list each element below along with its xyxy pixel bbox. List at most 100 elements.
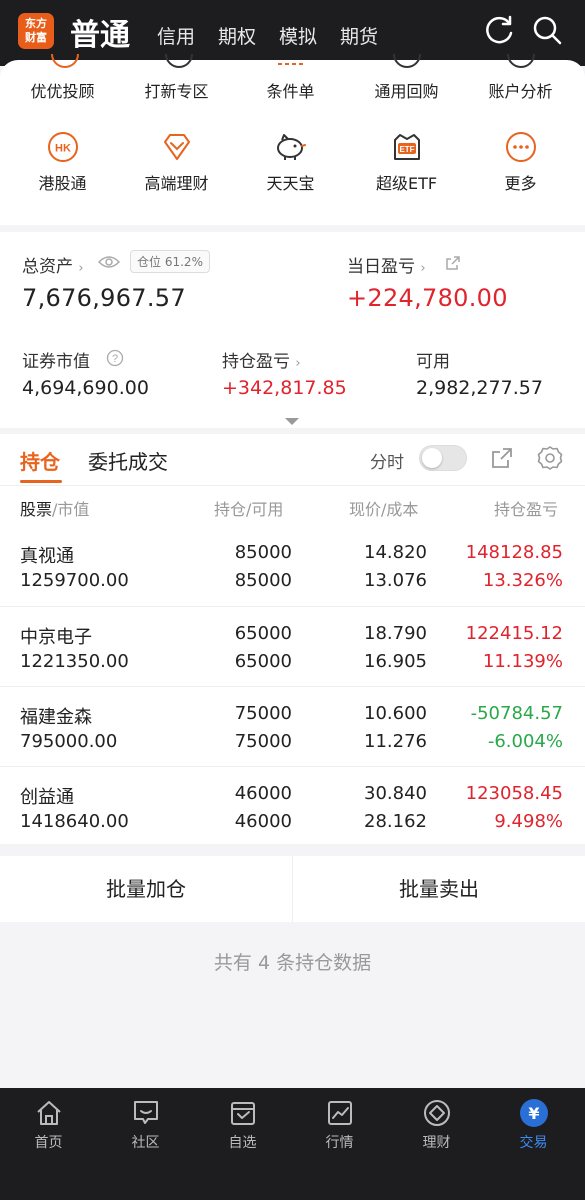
piggy-bank-icon [276, 134, 306, 160]
available-qty: 46000 [234, 811, 292, 832]
tab-credit[interactable]: 信用 [157, 22, 195, 49]
batch-add-button[interactable]: 批量加仓 [0, 856, 292, 922]
external-link-icon[interactable] [490, 446, 514, 470]
nav-watchlist[interactable]: 自选 [194, 1098, 291, 1152]
menu-label: 超级ETF [375, 174, 438, 193]
tab-active-indicator [20, 480, 62, 483]
trade-icon: ¥ [519, 1099, 548, 1127]
market-value-label: 证券市值 [22, 347, 90, 372]
pl-amount: 123058.45 [465, 783, 563, 804]
menu-item-advisor[interactable]: 优优投顾 [4, 78, 121, 102]
market-value-text: 证券市值 [22, 352, 90, 372]
daily-pl-label[interactable]: 当日盈亏 › [347, 252, 426, 277]
holding-qty: 75000 [234, 703, 292, 724]
more-icon [505, 132, 536, 162]
help-icon[interactable]: ? [106, 349, 124, 367]
collapse-arrow-icon[interactable] [284, 417, 300, 427]
holding-qty: 85000 [234, 542, 292, 563]
etf-icon: ETF [393, 134, 420, 160]
cost-price: 28.162 [364, 811, 427, 832]
batch-actions: 批量加仓 批量卖出 [0, 856, 585, 922]
position-label: 仓位 [137, 255, 162, 269]
search-icon[interactable] [530, 13, 564, 47]
table-row[interactable]: 福建金森 795000.00 75000 75000 10.600 11.276… [0, 686, 585, 766]
holding-pl-label[interactable]: 持仓盈亏 › [222, 347, 301, 372]
fenshi-toggle[interactable] [419, 445, 467, 471]
menu-item-high-end[interactable]: 高端理财 [118, 130, 235, 194]
svg-text:?: ? [112, 353, 118, 365]
menu-label: 账户分析 [488, 82, 553, 101]
nav-label: 理财 [422, 1135, 451, 1151]
quick-menu: 优优投顾 打新专区 条件单 通用回购 账户分析 HK 港股通 高端理财 天天宝 [0, 54, 585, 225]
stock-market-value: 1418640.00 [20, 811, 129, 832]
market-icon [327, 1101, 352, 1125]
total-assets-label[interactable]: 总资产 › [22, 252, 84, 277]
nav-label: 首页 [34, 1135, 63, 1151]
pl-amount: 122415.12 [465, 623, 563, 644]
pl-percent: 11.139% [482, 651, 563, 672]
holdings-tabs: 持仓 委托成交 分时 [0, 434, 585, 486]
tab-simulation[interactable]: 模拟 [279, 22, 317, 49]
menu-item-ipo[interactable]: 打新专区 [118, 78, 235, 102]
position-value: 61.2% [164, 255, 203, 269]
nav-market[interactable]: 行情 [291, 1098, 388, 1152]
app-logo[interactable]: 东方财富 [18, 13, 54, 49]
refresh-icon[interactable] [483, 13, 517, 47]
chevron-right-icon: › [295, 356, 301, 371]
tab-holdings[interactable]: 持仓 [20, 446, 60, 475]
nav-finance[interactable]: 理财 [388, 1098, 485, 1152]
tab-futures[interactable]: 期货 [340, 22, 378, 49]
daily-pl-value: +224,780.00 [347, 284, 508, 312]
tab-putong[interactable]: 普通 [70, 10, 130, 54]
menu-item-tiantianbao[interactable]: 天天宝 [232, 130, 349, 194]
menu-label: 港股通 [38, 174, 87, 193]
table-row[interactable]: 创益通 1418640.00 46000 46000 30.840 28.162… [0, 766, 585, 846]
tab-options[interactable]: 期权 [218, 22, 256, 49]
settings-icon[interactable] [537, 445, 563, 471]
position-ratio-badge: 仓位 61.2% [130, 250, 210, 273]
logo-text: 东方财富 [25, 17, 47, 44]
cost-price: 13.076 [364, 570, 427, 591]
holdings-table: 股票/市值 持仓/可用 现价/成本 持仓盈亏 真视通 1259700.00 85… [0, 486, 585, 844]
nav-trade[interactable]: ¥ 交易 [485, 1098, 582, 1152]
menu-item-analysis[interactable]: 账户分析 [462, 78, 579, 102]
header-qty: 持仓/可用 [214, 500, 284, 519]
stock-market-value: 1259700.00 [20, 570, 129, 591]
menu-item-super-etf[interactable]: ETF 超级ETF [348, 130, 465, 194]
menu-label: 打新专区 [144, 82, 209, 101]
available-qty: 85000 [234, 570, 292, 591]
stock-name: 创益通 [20, 787, 74, 808]
header-pl: 持仓盈亏 [494, 500, 559, 519]
holding-pl-value: +342,817.85 [222, 377, 347, 399]
table-row[interactable]: 中京电子 1221350.00 65000 65000 18.790 16.90… [0, 606, 585, 686]
stock-market-value: 1221350.00 [20, 651, 129, 672]
header-price: 现价/成本 [349, 500, 419, 519]
eye-icon[interactable] [98, 255, 120, 269]
watchlist-icon [230, 1102, 255, 1125]
home-icon [36, 1101, 61, 1125]
menu-item-condition-order[interactable]: 条件单 [232, 78, 349, 102]
menu-label: 通用回购 [374, 82, 439, 101]
nav-label: 社区 [131, 1135, 160, 1151]
tab-orders[interactable]: 委托成交 [88, 446, 168, 475]
nav-community[interactable]: 社区 [97, 1098, 194, 1152]
table-row[interactable]: 真视通 1259700.00 85000 85000 14.820 13.076… [0, 526, 585, 606]
condition-order-icon [278, 63, 304, 65]
menu-item-more[interactable]: 更多 [462, 130, 579, 194]
holding-qty: 65000 [234, 623, 292, 644]
nav-home[interactable]: 首页 [0, 1098, 97, 1152]
menu-item-repo[interactable]: 通用回购 [348, 78, 465, 102]
svg-text:¥: ¥ [528, 1104, 539, 1123]
total-assets-value: 7,676,967.57 [22, 284, 186, 312]
batch-sell-button[interactable]: 批量卖出 [293, 856, 585, 922]
menu-item-hk-connect[interactable]: HK 港股通 [4, 130, 121, 194]
current-price: 18.790 [364, 623, 427, 644]
current-price: 10.600 [364, 703, 427, 724]
daily-pl-text: 当日盈亏 [347, 257, 415, 277]
ipo-icon [165, 54, 193, 68]
nav-label: 自选 [228, 1135, 257, 1151]
available-qty: 75000 [234, 731, 292, 752]
share-icon[interactable] [445, 255, 461, 271]
nav-label: 交易 [519, 1135, 548, 1151]
hk-icon-text: HK [55, 143, 71, 155]
